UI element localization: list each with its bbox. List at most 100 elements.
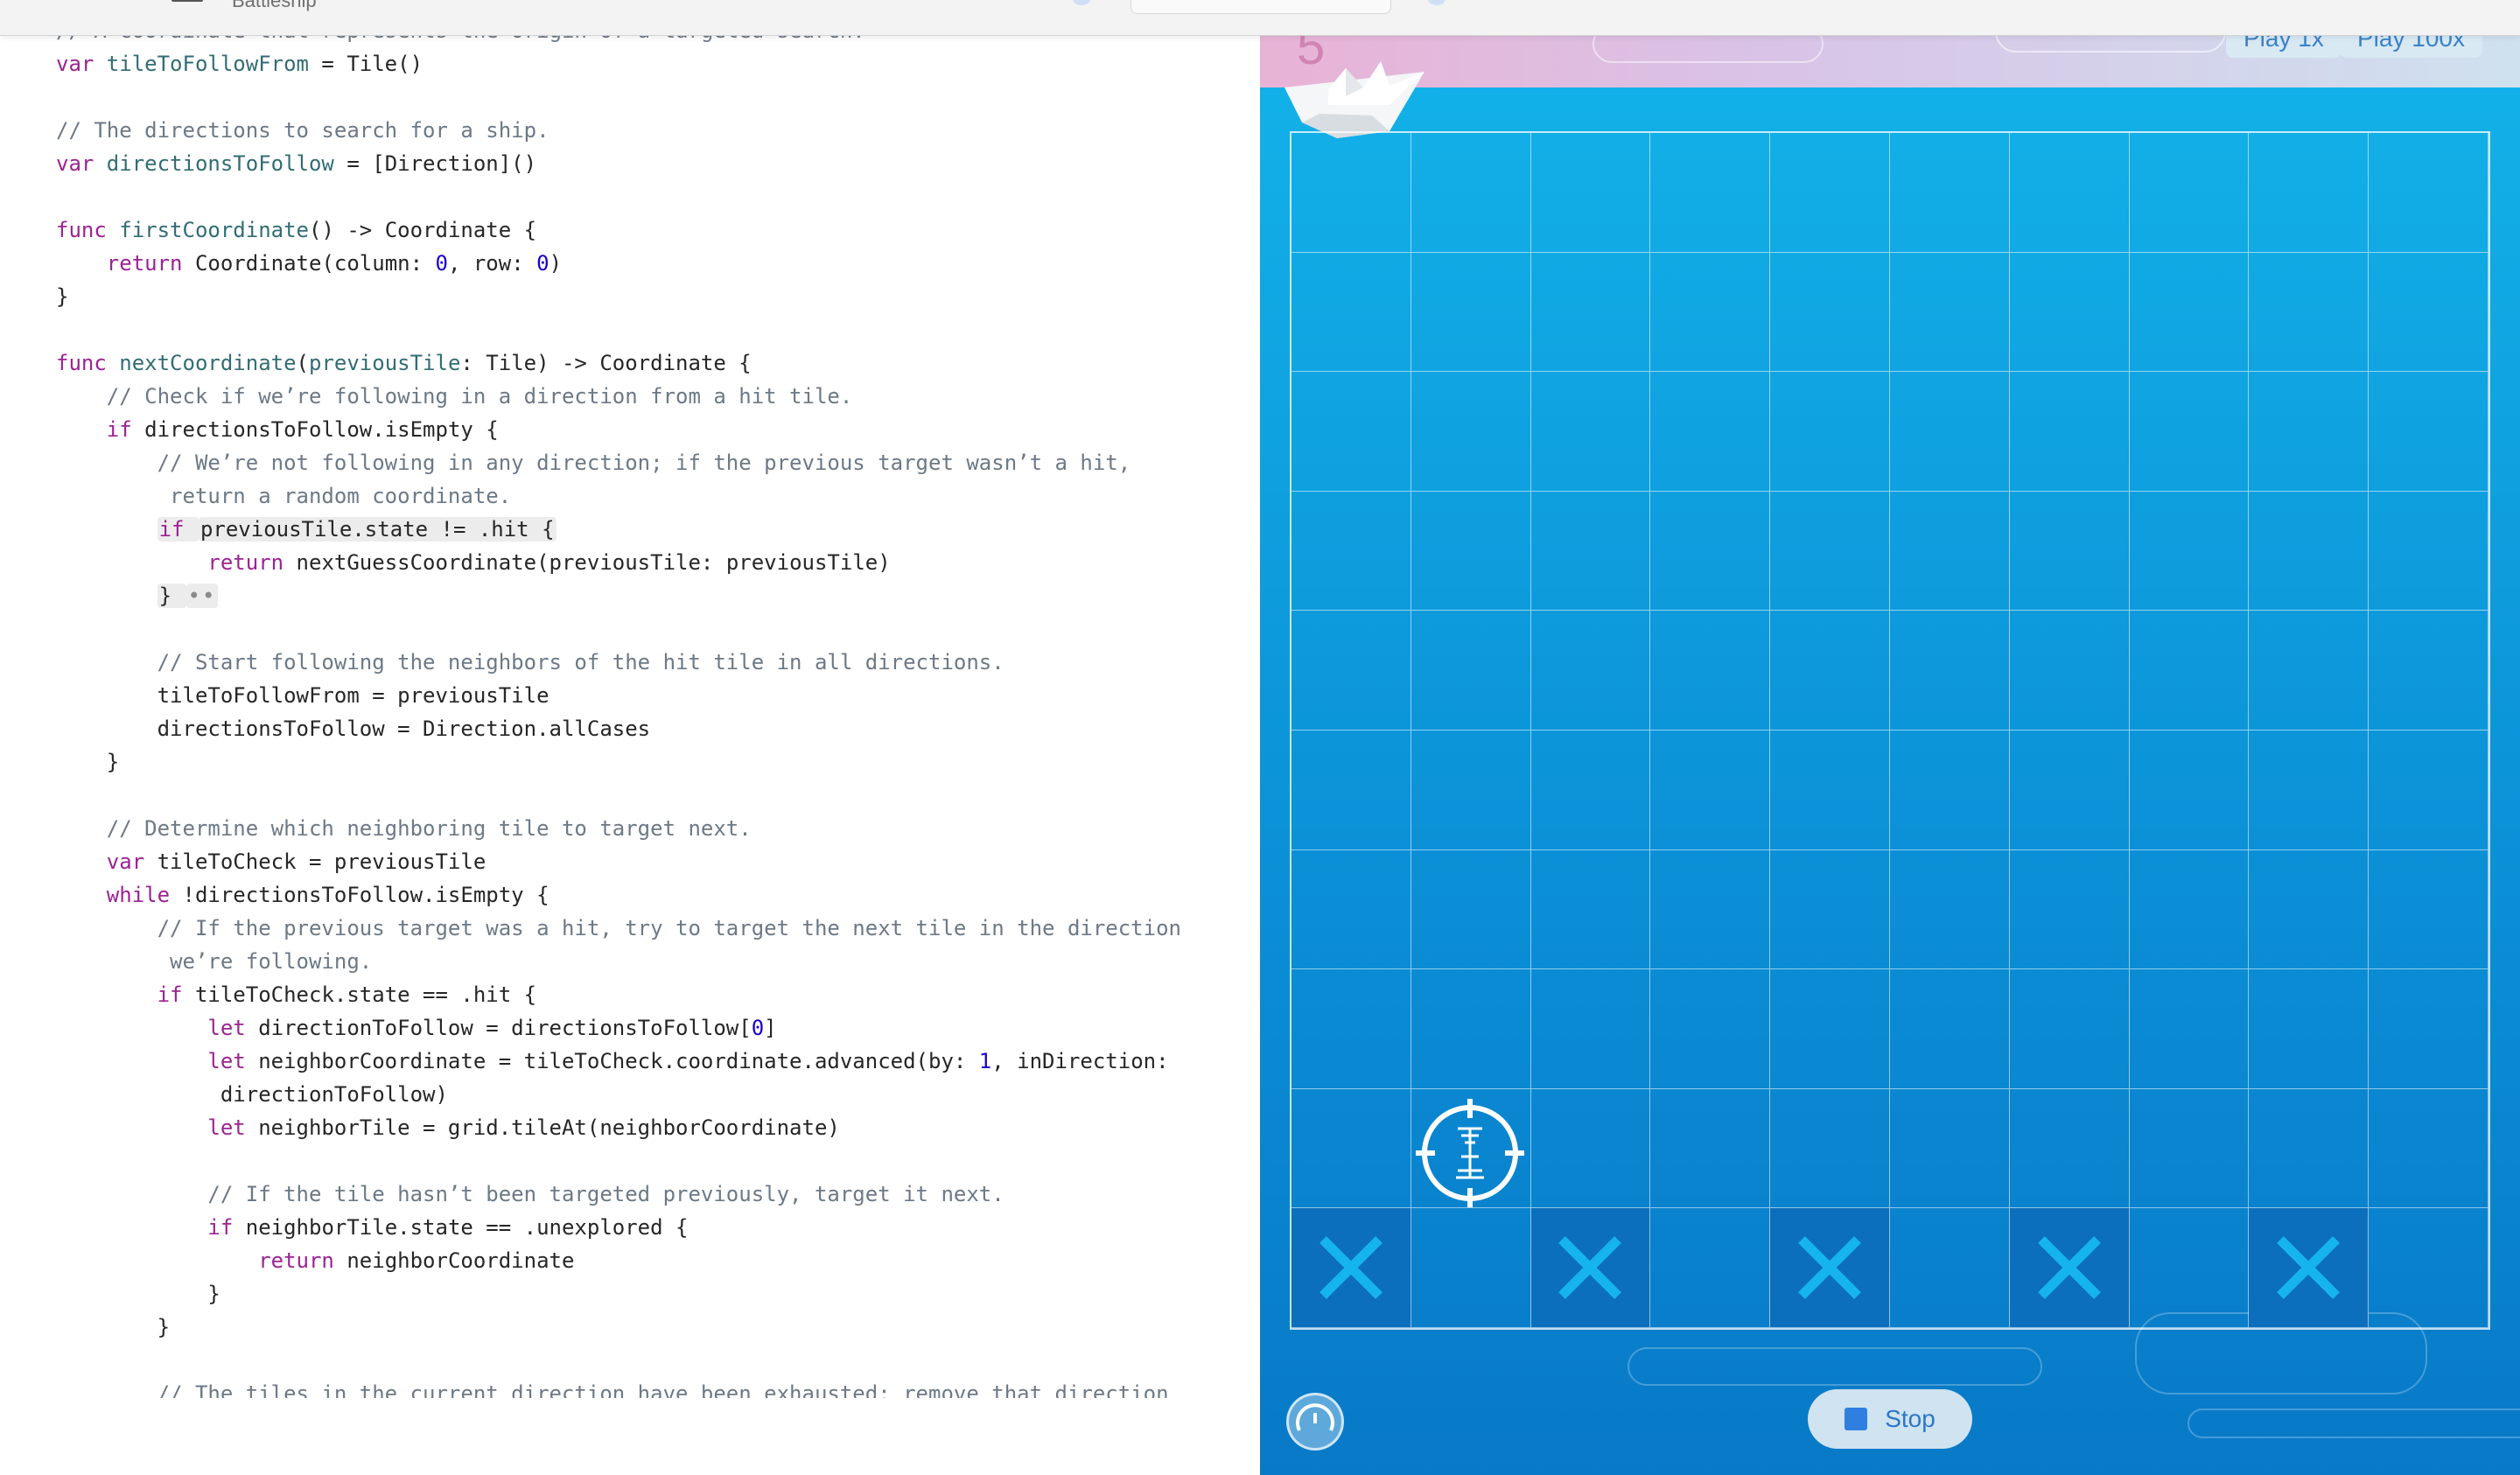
- code-line[interactable]: func nextCoordinate(previousTile: Tile) …: [56, 346, 1181, 380]
- board-cell-r7-c7[interactable]: [2129, 969, 2250, 1089]
- board-cell-r4-c9[interactable]: [2369, 611, 2488, 731]
- code-editor[interactable]: // A coordinate that represents the orig…: [0, 0, 1260, 1398]
- code-line[interactable]: // Start following the neighbors of the …: [56, 646, 1181, 679]
- board-cell-r4-c1[interactable]: [1410, 611, 1531, 731]
- board-cell-r0-c3[interactable]: [1650, 133, 1771, 253]
- board-cell-r7-c4[interactable]: [1770, 969, 1890, 1089]
- board-cell-r0-c2[interactable]: [1530, 133, 1651, 253]
- board-cell-r4-c3[interactable]: [1650, 611, 1771, 731]
- board-cell-r7-c5[interactable]: [1890, 969, 2010, 1089]
- board-cell-r1-c4[interactable]: [1770, 252, 1890, 373]
- board-cell-r8-c8[interactable]: [2249, 1088, 2370, 1209]
- board-cell-r8-c6[interactable]: [2009, 1088, 2130, 1209]
- code-line[interactable]: directionsToFollow = Direction.allCases: [56, 712, 1181, 745]
- board-cell-r2-c5[interactable]: [1890, 372, 2010, 492]
- board-cell-r5-c9[interactable]: [2369, 731, 2488, 850]
- board-cell-r3-c1[interactable]: [1410, 491, 1531, 612]
- board-cell-r4-c4[interactable]: [1770, 611, 1890, 731]
- board-cell-r0-c5[interactable]: [1890, 133, 2010, 253]
- menu-icon[interactable]: [172, 0, 203, 2]
- code-line[interactable]: // The directions to search for a ship.: [56, 114, 1181, 147]
- board-cell-r9-c9[interactable]: [2369, 1208, 2488, 1328]
- board-cell-r9-c0[interactable]: [1292, 1208, 1411, 1328]
- board-cell-r2-c6[interactable]: [2009, 372, 2130, 492]
- board-cell-r1-c9[interactable]: [2369, 252, 2488, 373]
- board-cell-r6-c7[interactable]: [2129, 849, 2250, 970]
- board-cell-r6-c1[interactable]: [1410, 849, 1531, 970]
- code-line[interactable]: // If the tile hasn’t been targeted prev…: [56, 1178, 1181, 1211]
- board-cell-r3-c8[interactable]: [2249, 491, 2370, 612]
- board-cell-r7-c0[interactable]: [1292, 969, 1411, 1089]
- board-cell-r6-c9[interactable]: [2369, 849, 2488, 970]
- speed-gauge-button[interactable]: [1286, 1393, 1344, 1451]
- code-line[interactable]: let directionToFollow = directionsToFoll…: [56, 1011, 1181, 1045]
- board-cell-r0-c8[interactable]: [2249, 133, 2370, 253]
- code-line[interactable]: // Determine which neighboring tile to t…: [56, 812, 1181, 845]
- code-line[interactable]: tileToFollowFrom = previousTile: [56, 679, 1181, 712]
- code-line[interactable]: directionToFollow): [56, 1078, 1181, 1111]
- board-cell-r5-c2[interactable]: [1530, 731, 1651, 850]
- board-cell-r5-c8[interactable]: [2249, 731, 2370, 850]
- board-cell-r8-c4[interactable]: [1770, 1088, 1890, 1209]
- code-line[interactable]: // Check if we’re following in a directi…: [56, 380, 1181, 413]
- board-cell-r8-c0[interactable]: [1292, 1088, 1411, 1209]
- board-cell-r2-c9[interactable]: [2369, 372, 2488, 492]
- code-line[interactable]: var tileToCheck = previousTile: [56, 845, 1181, 878]
- code-line[interactable]: [56, 180, 1181, 213]
- board-cell-r3-c2[interactable]: [1530, 491, 1651, 612]
- code-line[interactable]: return a random coordinate.: [56, 479, 1181, 513]
- board-cell-r5-c4[interactable]: [1770, 731, 1890, 850]
- board-cell-r7-c3[interactable]: [1650, 969, 1771, 1089]
- code-line[interactable]: return Coordinate(column: 0, row: 0): [56, 247, 1181, 280]
- code-line[interactable]: let neighborTile = grid.tileAt(neighborC…: [56, 1111, 1181, 1144]
- code-line[interactable]: if directionsToFollow.isEmpty {: [56, 413, 1181, 446]
- code-line[interactable]: var directionsToFollow = [Direction](): [56, 147, 1181, 180]
- code-line[interactable]: // The tiles in the current direction ha…: [56, 1377, 1181, 1398]
- board-cell-r6-c2[interactable]: [1530, 849, 1651, 970]
- board-cell-r6-c3[interactable]: [1650, 849, 1771, 970]
- board-cell-r3-c7[interactable]: [2129, 491, 2250, 612]
- board-cell-r5-c6[interactable]: [2009, 731, 2130, 850]
- board-cell-r5-c1[interactable]: [1410, 731, 1531, 850]
- board-cell-r2-c8[interactable]: [2249, 372, 2370, 492]
- board-cell-r0-c6[interactable]: [2009, 133, 2130, 253]
- board-cell-r0-c0[interactable]: [1292, 133, 1411, 253]
- board-cell-r5-c0[interactable]: [1292, 731, 1411, 850]
- code-line[interactable]: var tileToFollowFrom = Tile(): [56, 47, 1181, 80]
- board-cell-r1-c5[interactable]: [1890, 252, 2010, 373]
- code-line[interactable]: [56, 1344, 1181, 1377]
- board-cell-r7-c9[interactable]: [2369, 969, 2488, 1089]
- code-line[interactable]: }: [56, 1277, 1181, 1311]
- board-cell-r6-c8[interactable]: [2249, 849, 2370, 970]
- code-line[interactable]: [56, 80, 1181, 114]
- code-line[interactable]: while !directionsToFollow.isEmpty {: [56, 878, 1181, 912]
- code-line[interactable]: func firstCoordinate() -> Coordinate {: [56, 213, 1181, 247]
- code-line[interactable]: if previousTile.state != .hit {: [56, 513, 1181, 546]
- board-cell-r5-c5[interactable]: [1890, 731, 2010, 850]
- code-line[interactable]: [56, 313, 1181, 346]
- board-cell-r2-c1[interactable]: [1410, 372, 1531, 492]
- board-cell-r4-c5[interactable]: [1890, 611, 2010, 731]
- board-cell-r7-c8[interactable]: [2249, 969, 2370, 1089]
- board-cell-r2-c2[interactable]: [1530, 372, 1651, 492]
- code-line[interactable]: we’re following.: [56, 945, 1181, 978]
- board-cell-r3-c4[interactable]: [1770, 491, 1890, 612]
- board-cell-r1-c8[interactable]: [2249, 252, 2370, 373]
- board-cell-r0-c7[interactable]: [2129, 133, 2250, 253]
- board-cell-r1-c7[interactable]: [2129, 252, 2250, 373]
- code-line[interactable]: if tileToCheck.state == .hit {: [56, 978, 1181, 1011]
- board-cell-r1-c3[interactable]: [1650, 252, 1771, 373]
- board-cell-r1-c6[interactable]: [2009, 252, 2130, 373]
- stop-button[interactable]: Stop: [1808, 1389, 1972, 1449]
- code-line[interactable]: let neighborCoordinate = tileToCheck.coo…: [56, 1045, 1181, 1078]
- board-cell-r9-c4[interactable]: [1770, 1208, 1890, 1328]
- code-line[interactable]: }: [56, 1311, 1181, 1344]
- board-cell-r7-c1[interactable]: [1410, 969, 1531, 1089]
- board-cell-r9-c1[interactable]: [1410, 1208, 1531, 1328]
- board-cell-r4-c6[interactable]: [2009, 611, 2130, 731]
- board-cell-r8-c7[interactable]: [2129, 1088, 2250, 1209]
- board-cell-r8-c2[interactable]: [1530, 1088, 1651, 1209]
- board-cell-r2-c7[interactable]: [2129, 372, 2250, 492]
- board-cell-r0-c4[interactable]: [1770, 133, 1890, 253]
- board-cell-r8-c3[interactable]: [1650, 1088, 1771, 1209]
